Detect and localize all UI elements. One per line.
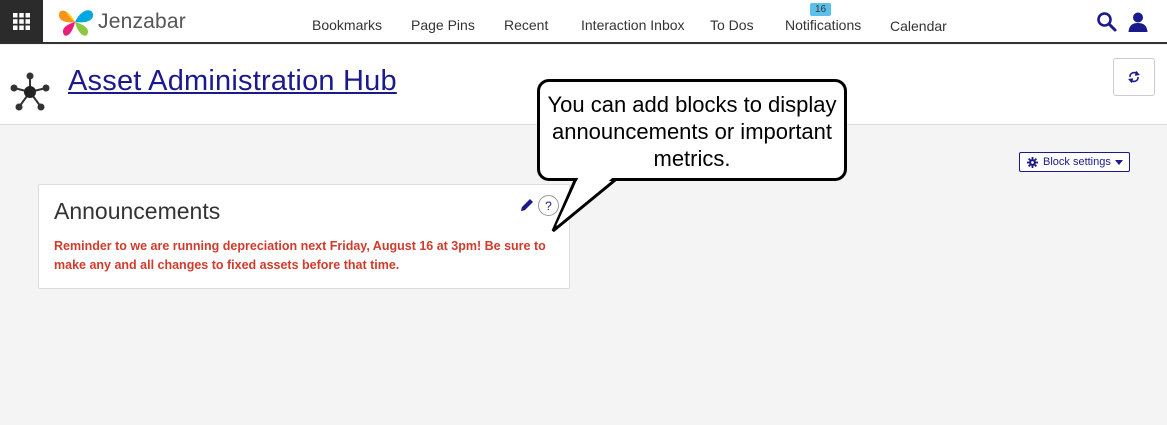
block-settings-button[interactable]: Block settings: [1019, 152, 1130, 172]
announcements-block: Announcements ? Reminder to we are runni…: [38, 184, 570, 289]
grid-icon: [13, 13, 30, 30]
pencil-icon[interactable]: [519, 197, 535, 213]
gear-icon: [1027, 156, 1038, 168]
announcements-title: Announcements: [54, 198, 221, 224]
block-settings-label: Block settings: [1043, 156, 1111, 168]
user-icon[interactable]: [1127, 11, 1149, 33]
top-navbar: Jenzabar Bookmarks Page Pins Recent Inte…: [0, 0, 1167, 44]
chevron-down-icon: [1114, 159, 1123, 165]
butterfly-icon: [58, 10, 94, 36]
search-icon[interactable]: [1096, 11, 1118, 33]
logo-text: Jenzabar: [98, 10, 186, 33]
nav-notifications[interactable]: Notifications: [785, 17, 861, 33]
callout-text: You can add blocks to display announceme…: [547, 92, 837, 171]
jenzabar-logo[interactable]: Jenzabar: [56, 6, 186, 38]
app-grid-button[interactable]: [0, 0, 43, 43]
refresh-icon: [1128, 71, 1140, 83]
nav-to-dos[interactable]: To Dos: [710, 17, 754, 33]
announcement-text: Reminder to we are running depreciation …: [54, 239, 546, 272]
nav-interaction-inbox[interactable]: Interaction Inbox: [581, 17, 685, 33]
help-label: ?: [545, 198, 552, 213]
tooltip-callout: You can add blocks to display announceme…: [537, 79, 847, 181]
notifications-badge: 16: [810, 3, 831, 16]
help-button[interactable]: ?: [538, 195, 559, 216]
nav-calendar[interactable]: Calendar: [890, 18, 947, 34]
refresh-button[interactable]: [1113, 58, 1155, 96]
nav-page-pins[interactable]: Page Pins: [411, 17, 475, 33]
nav-recent[interactable]: Recent: [504, 17, 548, 33]
page-title[interactable]: Asset Administration Hub: [68, 65, 397, 98]
nav-bookmarks[interactable]: Bookmarks: [312, 17, 382, 33]
hub-network-icon: [10, 72, 50, 111]
